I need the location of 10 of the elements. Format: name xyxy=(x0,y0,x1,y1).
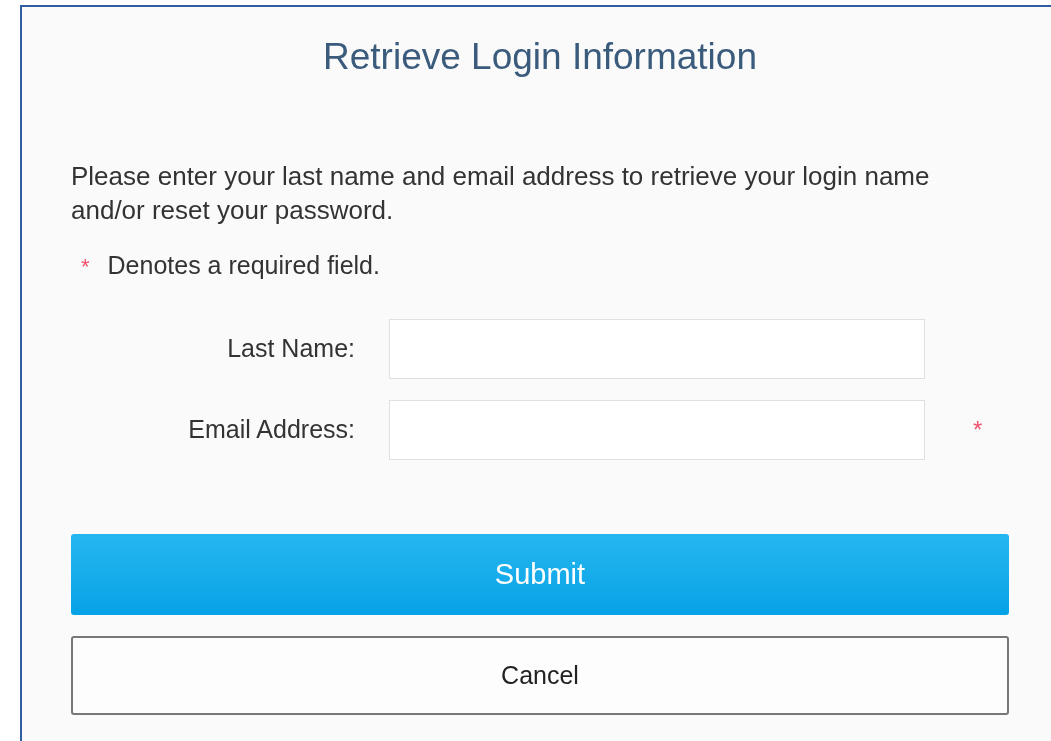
field-label: Last Name: xyxy=(226,333,355,365)
input-field[interactable] xyxy=(389,319,925,379)
input-field[interactable] xyxy=(389,400,925,460)
required-marker: * xyxy=(81,252,90,281)
required-note: Denotes a required field. xyxy=(107,250,380,282)
cancel-button[interactable]: Cancel xyxy=(71,636,1009,715)
required-marker: * xyxy=(973,415,983,445)
dialog-title: Retrieve Login Information xyxy=(323,35,757,79)
instructions-text: Please enter your last name and email address to retrieve your login name and/or reset your password. xyxy=(71,160,931,227)
field-label: Email Address: xyxy=(187,414,355,446)
